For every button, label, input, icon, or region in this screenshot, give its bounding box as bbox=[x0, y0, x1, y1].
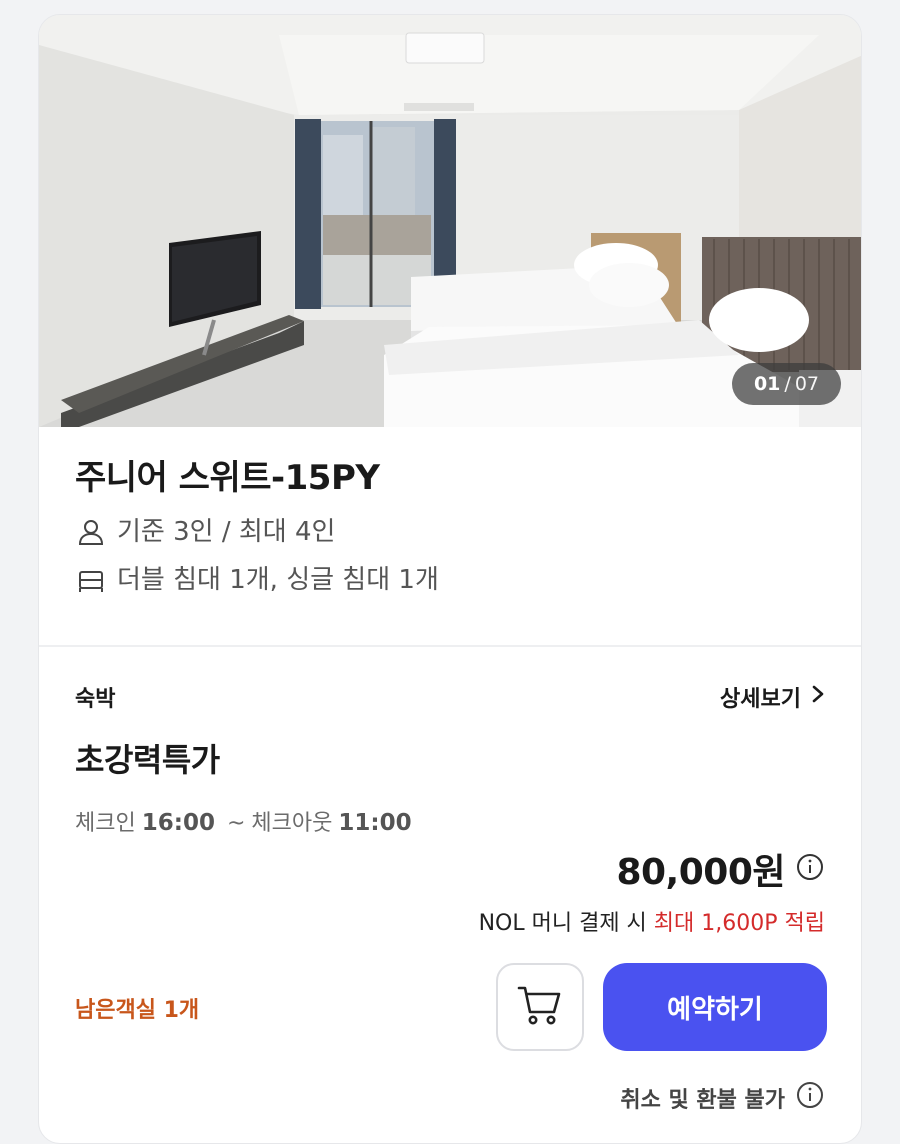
room-photo[interactable]: 01 / 07 bbox=[39, 15, 861, 427]
photo-counter-current: 01 bbox=[753, 373, 781, 395]
offer-name: 초강력특가 bbox=[75, 741, 220, 779]
checkout-time: 11:00 bbox=[338, 810, 412, 836]
capacity-text: 기준 3인 / 최대 4인 bbox=[117, 517, 336, 547]
checkin-label: 체크인 bbox=[75, 811, 136, 836]
photo-counter: 01 / 07 bbox=[731, 363, 841, 405]
price-row: 80,000원 bbox=[616, 843, 825, 895]
book-button[interactable]: 예약하기 bbox=[603, 963, 827, 1051]
offer-section: 숙박 상세보기 초강력특가 체크인 16:00 ~ 체크아웃 11:00 80,… bbox=[39, 647, 861, 1113]
bed-text: 더블 침대 1개, 싱글 침대 1개 bbox=[117, 565, 439, 595]
stay-type-label: 숙박 bbox=[75, 687, 116, 712]
person-icon bbox=[75, 516, 107, 548]
capacity-row: 기준 3인 / 최대 4인 bbox=[75, 513, 825, 551]
cart-button[interactable] bbox=[496, 963, 584, 1051]
price-info-icon[interactable] bbox=[795, 852, 825, 886]
chevron-right-icon bbox=[811, 684, 825, 710]
room-photo-image bbox=[39, 15, 861, 427]
refund-policy-text: 취소 및 환불 불가 bbox=[620, 1088, 785, 1113]
bed-row: 더블 침대 1개, 싱글 침대 1개 bbox=[75, 561, 825, 599]
photo-counter-total: 07 bbox=[794, 373, 819, 395]
room-info: 주니어 스위트-15PY 기준 3인 / 최대 4인 더블 침대 1개, 싱글 … bbox=[39, 427, 861, 647]
time-separator: ~ bbox=[226, 811, 246, 836]
detail-link[interactable]: 상세보기 bbox=[720, 681, 825, 713]
photo-counter-separator: / bbox=[784, 373, 791, 395]
offer-head: 숙박 상세보기 bbox=[75, 681, 825, 713]
checkout-label: 체크아웃 bbox=[251, 811, 333, 836]
detail-link-label: 상세보기 bbox=[720, 687, 801, 712]
price: 80,000원 bbox=[616, 852, 785, 893]
point-prefix: NOL 머니 결제 시 bbox=[478, 911, 647, 936]
bed-icon bbox=[75, 564, 107, 596]
check-in-out: 체크인 16:00 ~ 체크아웃 11:00 bbox=[75, 805, 825, 837]
point-highlight: 최대 1,600P 적립 bbox=[653, 911, 825, 936]
room-title: 주니어 스위트-15PY bbox=[75, 458, 380, 498]
refund-info-icon[interactable] bbox=[795, 1080, 825, 1116]
refund-policy: 취소 및 환불 불가 bbox=[620, 1080, 825, 1116]
remaining-rooms: 남은객실 1개 bbox=[75, 998, 200, 1023]
room-card: 01 / 07 주니어 스위트-15PY 기준 3인 / 최대 4인 더블 침대… bbox=[38, 14, 862, 1144]
cart-icon bbox=[516, 982, 564, 1032]
checkin-time: 16:00 bbox=[141, 810, 215, 836]
point-reward: NOL 머니 결제 시 최대 1,600P 적립 bbox=[479, 905, 825, 937]
